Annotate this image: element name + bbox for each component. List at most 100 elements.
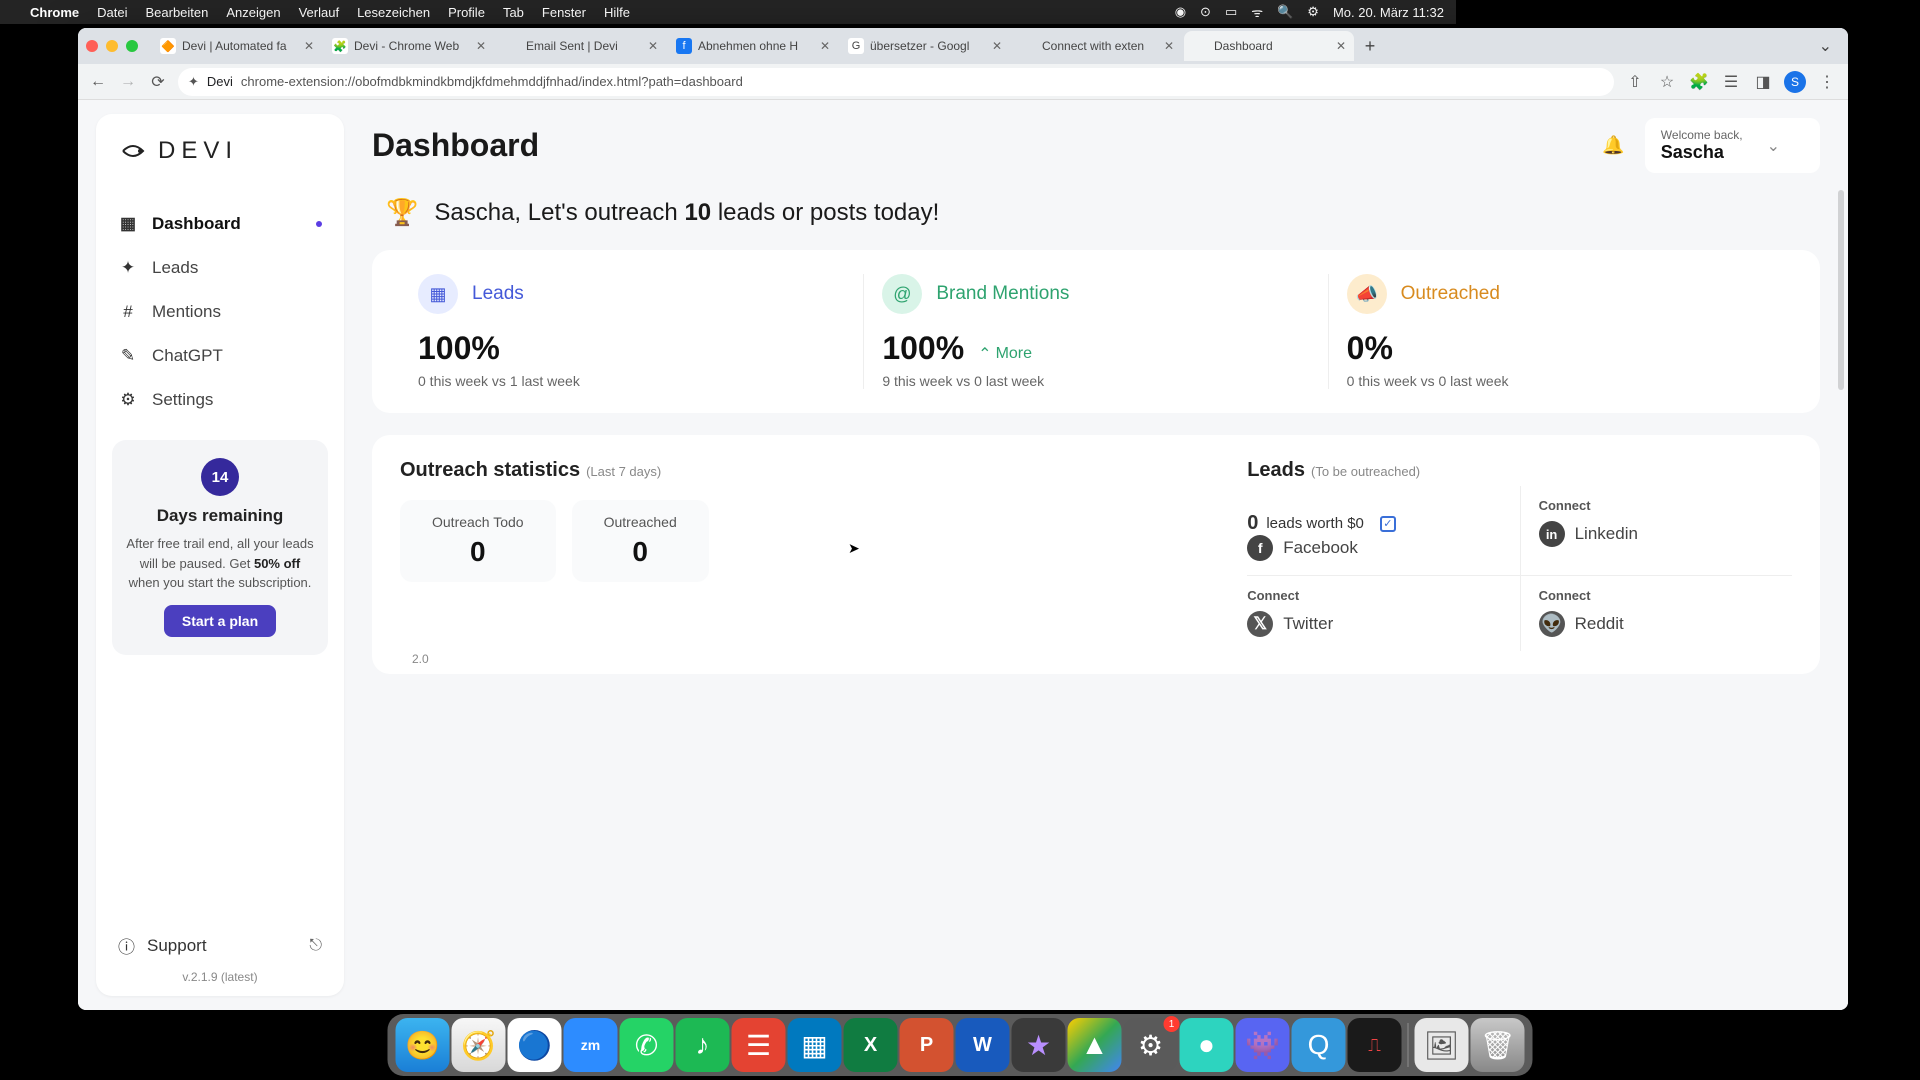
welcome-name: Sascha [1661, 142, 1743, 163]
start-plan-button[interactable]: Start a plan [164, 605, 276, 637]
leads-checkbox[interactable]: ✓ [1380, 516, 1396, 532]
dock-trash[interactable]: 🗑 [1471, 1018, 1525, 1072]
logout-icon[interactable]: ⎋ [309, 937, 322, 955]
outreach-statistics: Outreach statistics(Last 7 days) Outreac… [400, 459, 1217, 666]
dock-discord[interactable]: 👾 [1236, 1018, 1290, 1072]
notifications-icon[interactable]: 🔔 [1602, 135, 1624, 156]
dock-zoom[interactable]: zm [564, 1018, 618, 1072]
dock-word[interactable]: W [956, 1018, 1010, 1072]
record-icon[interactable]: ◉ [1175, 4, 1186, 20]
share-icon[interactable]: ⇧ [1624, 72, 1646, 92]
card-title: Outreach statistics [400, 459, 580, 481]
menu-verlauf[interactable]: Verlauf [299, 5, 339, 20]
dock-todoist[interactable]: ☰ [732, 1018, 786, 1072]
window-zoom[interactable] [126, 40, 138, 52]
window-close[interactable] [86, 40, 98, 52]
welcome-label: Welcome back, [1661, 128, 1743, 142]
user-menu[interactable]: Welcome back, Sascha ⌄ [1645, 118, 1820, 173]
wifi-icon[interactable]: ᯤ [1251, 3, 1263, 21]
close-icon[interactable]: ✕ [1164, 39, 1174, 53]
scrollbar[interactable] [1838, 190, 1844, 390]
sidebar-item-chatgpt[interactable]: ✎ChatGPT [112, 338, 328, 374]
back-button[interactable]: ← [88, 73, 108, 91]
sidebar-item-mentions[interactable]: #Mentions [112, 294, 328, 330]
menu-lesezeichen[interactable]: Lesezeichen [357, 5, 430, 20]
menu-bearbeiten[interactable]: Bearbeiten [145, 5, 208, 20]
address-bar[interactable]: ✦ Devi chrome-extension://obofmdbkmindkb… [178, 68, 1614, 96]
stat-more-link[interactable]: ⌃More [978, 344, 1032, 364]
dock-chrome[interactable]: 🔵 [508, 1018, 562, 1072]
connect-linkedin[interactable]: Connect inLinkedin [1520, 486, 1792, 575]
menubar-app-name[interactable]: Chrome [30, 5, 79, 20]
menu-tab[interactable]: Tab [503, 5, 524, 20]
dock-voice-memos[interactable]: ⎍ [1348, 1018, 1402, 1072]
tab-dashboard[interactable]: Dashboard✕ [1184, 31, 1354, 61]
panel-icon[interactable]: ◨ [1752, 72, 1774, 92]
stat-sub: 0 this week vs 1 last week [418, 373, 845, 389]
forward-button[interactable]: → [118, 73, 138, 91]
menu-datei[interactable]: Datei [97, 5, 127, 20]
connect-label: Connect [1539, 498, 1792, 513]
tab-abnehmen[interactable]: fAbnehmen ohne H✕ [668, 31, 838, 61]
search-icon[interactable]: 🔍 [1277, 4, 1293, 20]
menu-icon[interactable]: ⋮ [1816, 72, 1838, 92]
menu-profile[interactable]: Profile [448, 5, 485, 20]
window-minimize[interactable] [106, 40, 118, 52]
close-icon[interactable]: ✕ [1336, 39, 1346, 53]
tabs-dropdown[interactable]: ⌄ [1811, 36, 1840, 56]
traffic-lights [86, 40, 138, 52]
play-icon[interactable]: ⊙ [1200, 4, 1211, 20]
sidebar-label: ChatGPT [152, 346, 223, 366]
close-icon[interactable]: ✕ [476, 39, 486, 53]
close-icon[interactable]: ✕ [992, 39, 1002, 53]
dock-excel[interactable]: X [844, 1018, 898, 1072]
close-icon[interactable]: ✕ [820, 39, 830, 53]
menubar-clock[interactable]: Mo. 20. März 11:32 [1333, 5, 1444, 20]
dock-preview[interactable]: 🖼 [1415, 1018, 1469, 1072]
extensions-icon[interactable]: 🧩 [1688, 72, 1710, 92]
tab-devi-chrome-web[interactable]: 🧩Devi - Chrome Web✕ [324, 31, 494, 61]
menu-hilfe[interactable]: Hilfe [604, 5, 630, 20]
connect-twitter[interactable]: Connect 𝕏Twitter [1247, 575, 1519, 651]
connect-reddit[interactable]: Connect 👽Reddit [1520, 575, 1792, 651]
close-icon[interactable]: ✕ [648, 39, 658, 53]
battery-icon[interactable]: ▭ [1225, 4, 1237, 20]
connect-facebook[interactable]: 0leads worth $0✓ fFacebook [1247, 486, 1519, 575]
sidebar-item-settings[interactable]: ⚙Settings [112, 382, 328, 418]
dock-imovie[interactable]: ★ [1012, 1018, 1066, 1072]
menu-fenster[interactable]: Fenster [542, 5, 586, 20]
outreached-count: Outreached 0 [572, 500, 709, 582]
dock-app-teal[interactable]: ● [1180, 1018, 1234, 1072]
control-center-icon[interactable]: ⚙ [1307, 4, 1319, 20]
sidebar-footer: ⓘSupport ⎋ v.2.1.9 (latest) [112, 911, 328, 984]
dock-quicktime[interactable]: Q [1292, 1018, 1346, 1072]
page-header: Dashboard 🔔 Welcome back, Sascha ⌄ [372, 118, 1820, 173]
dock-finder[interactable]: 😊 [396, 1018, 450, 1072]
new-tab-button[interactable]: + [1356, 36, 1384, 57]
sidebar-item-dashboard[interactable]: ▦Dashboard [112, 206, 328, 242]
tab-connect-exten[interactable]: Connect with exten✕ [1012, 31, 1182, 61]
dock-powerpoint[interactable]: P [900, 1018, 954, 1072]
sidebar-label: Settings [152, 390, 213, 410]
tab-devi-automated[interactable]: 🔶Devi | Automated fa✕ [152, 31, 322, 61]
dock-settings[interactable]: ⚙1 [1124, 1018, 1178, 1072]
bookmark-icon[interactable]: ☆ [1656, 72, 1678, 92]
dock-trello[interactable]: ▦ [788, 1018, 842, 1072]
sidebar-item-leads[interactable]: ✦Leads [112, 250, 328, 286]
tab-email-sent[interactable]: Email Sent | Devi✕ [496, 31, 666, 61]
page-title: Dashboard [372, 127, 539, 164]
menu-anzeigen[interactable]: Anzeigen [226, 5, 280, 20]
profile-avatar[interactable]: S [1784, 71, 1806, 93]
dock-safari[interactable]: 🧭 [452, 1018, 506, 1072]
mini-label: Outreach Todo [432, 514, 524, 530]
dock-whatsapp[interactable]: ✆ [620, 1018, 674, 1072]
reading-list-icon[interactable]: ☰ [1720, 72, 1742, 92]
dock-drive[interactable]: ▲ [1068, 1018, 1122, 1072]
close-icon[interactable]: ✕ [304, 39, 314, 53]
trophy-icon: 🏆 [386, 197, 418, 228]
dock-spotify[interactable]: ♪ [676, 1018, 730, 1072]
support-link[interactable]: ⓘSupport [118, 933, 207, 958]
reload-button[interactable]: ⟳ [148, 72, 168, 92]
twitter-icon: 𝕏 [1247, 611, 1273, 637]
tab-ubersetzer[interactable]: Gübersetzer - Googl✕ [840, 31, 1010, 61]
